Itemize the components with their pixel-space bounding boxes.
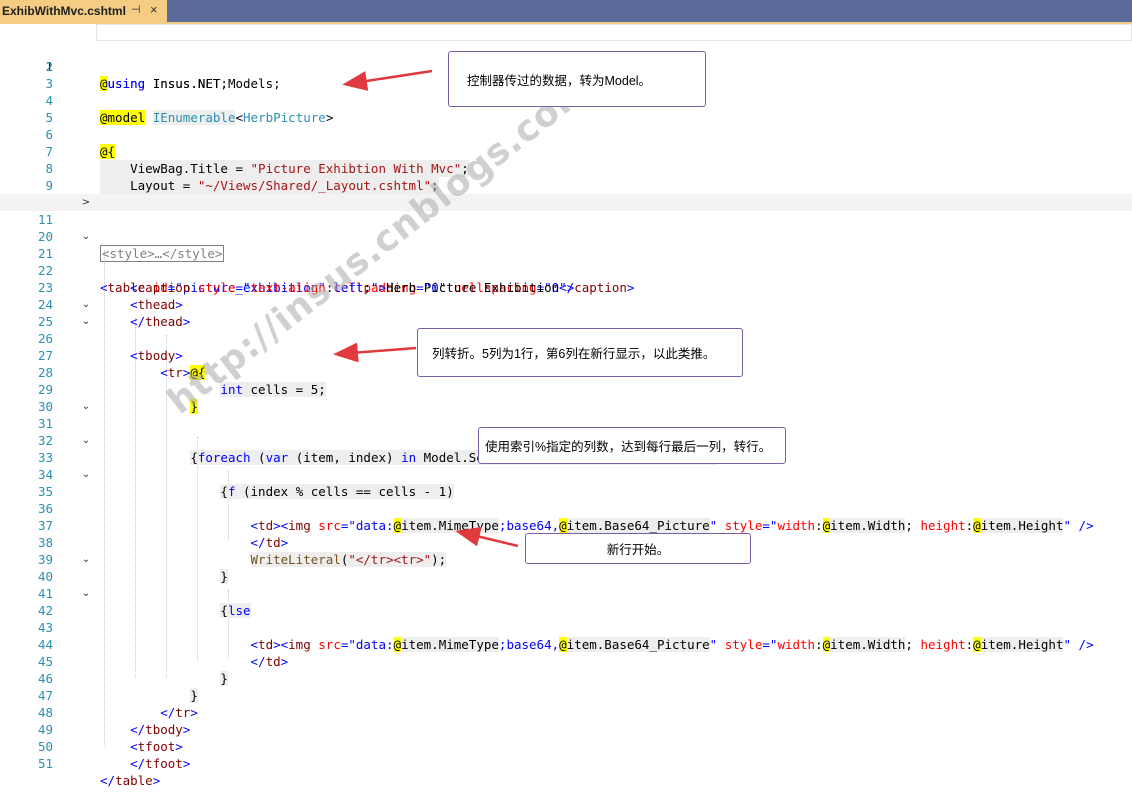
code-line[interactable]: 35 ⌄ <td> (0, 466, 1132, 533)
code-line[interactable]: 7 ViewBag.Title = "Picture Exhibtion Wit… (0, 126, 1132, 177)
tab-title: ExhibWithMvc.cshtml (2, 4, 126, 18)
line-number: 51 (37, 756, 53, 771)
code-line[interactable]: 41 { (0, 568, 1132, 618)
code-text: </tfoot> (130, 756, 191, 771)
code-line[interactable]: 49 <tfoot> (0, 704, 1132, 754)
callout-text: 控制器传过的数据，转为Model。 (467, 73, 652, 88)
code-line[interactable]: 46 } (0, 653, 1132, 703)
code-line[interactable]: 42 ⌄ <td> (0, 585, 1132, 652)
code-line[interactable]: 47 </tr> (0, 670, 1132, 720)
code-line[interactable]: 10 (0, 177, 1132, 210)
callout-cells: 列转折。5列为1行，第6列在新行显示，以此类推。 (417, 328, 743, 377)
collapse-chevron-icon[interactable]: ⌄ (80, 398, 92, 415)
close-icon[interactable]: × (150, 2, 158, 17)
callout-newrow: 新行开始。 (525, 533, 751, 564)
code-text: </table> (100, 773, 161, 788)
code-line-collapsed[interactable]: 11 > <style>…</style> (0, 194, 1132, 262)
expand-chevron-icon[interactable]: > (80, 194, 92, 211)
tab-strip: ExhibWithMvc.cshtml ⊣ × (0, 0, 1132, 24)
callout-index: 使用索引%指定的列数，达到每行最后一列，转行。 (478, 427, 786, 464)
code-line[interactable]: 21 ⌄ <table id="picture_exhibition" cell… (0, 228, 1132, 295)
code-line[interactable]: 37 </td> (0, 500, 1132, 550)
tab-exhibwithmvc[interactable]: ExhibWithMvc.cshtml ⊣ × (0, 0, 167, 22)
code-line[interactable]: 45 } (0, 636, 1132, 686)
collapse-chevron-icon[interactable]: ⌄ (80, 585, 92, 602)
current-line-highlight (96, 24, 1132, 41)
code-line[interactable]: 38 WriteLiteral("</tr><tr>"); (0, 517, 1132, 567)
code-line[interactable]: 20 (0, 211, 1132, 244)
callout-model: 控制器传过的数据，转为Model。 (448, 51, 706, 107)
code-line[interactable]: 24 </thead> (0, 279, 1132, 329)
collapse-chevron-icon[interactable]: ⌄ (80, 551, 92, 568)
collapse-chevron-icon[interactable]: ⌄ (80, 432, 92, 449)
collapse-chevron-icon[interactable]: ⌄ (80, 313, 92, 330)
code-line[interactable]: 9 } (0, 160, 1132, 210)
code-line[interactable]: 23 <thead> (0, 262, 1132, 312)
code-line[interactable]: 25 ⌄ <tbody> (0, 296, 1132, 363)
callout-text: 列转折。5列为1行，第6列在新行显示，以此类推。 (432, 347, 716, 361)
callout-text: 新行开始。 (606, 543, 670, 557)
code-line[interactable]: 36 <img src="data:@item.MimeType;base64,… (0, 483, 1132, 533)
code-line[interactable]: 50 </tfoot> (0, 721, 1132, 771)
collapse-chevron-icon[interactable]: ⌄ (80, 296, 92, 313)
code-line[interactable]: 43 <img src="data:@item.MimeType;base64,… (0, 602, 1132, 652)
code-line[interactable]: 51 </table> (0, 738, 1132, 788)
collapse-chevron-icon[interactable]: ⌄ (80, 466, 92, 483)
code-line[interactable]: 22 <caption style="text-align:left;">Her… (0, 245, 1132, 295)
collapse-chevron-icon[interactable]: ⌄ (80, 228, 92, 245)
code-line[interactable]: 8 Layout = "~/Views/Shared/_Layout.cshtm… (0, 143, 1132, 194)
code-line[interactable]: 48 </tbody> (0, 687, 1132, 737)
pin-icon[interactable]: ⊣ (131, 3, 141, 16)
callout-text: 使用索引%指定的列数，达到每行最后一列，转行。 (485, 440, 772, 454)
code-line[interactable]: 44 </td> (0, 619, 1132, 669)
code-line[interactable]: 1 @using Insus.NET; (0, 24, 1132, 91)
